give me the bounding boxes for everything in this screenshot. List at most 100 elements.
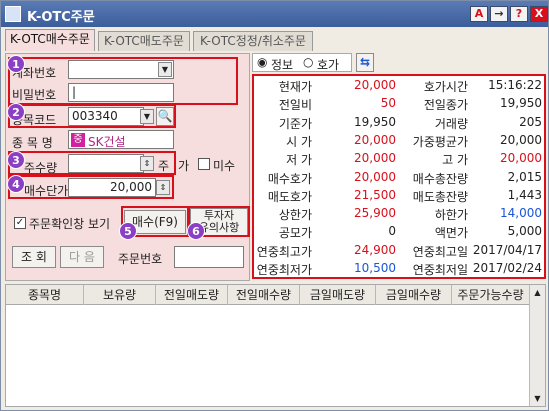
info-value: 21,500 — [354, 187, 396, 202]
info-label: 고 가 — [442, 153, 468, 168]
info-value: 24,900 — [354, 242, 396, 257]
col-header[interactable]: 주문가능수량 — [452, 285, 530, 305]
refresh-icon[interactable]: ⇆ — [356, 53, 374, 72]
info-label: 연중최저가 — [256, 263, 312, 277]
marker-4: 4 — [7, 175, 25, 193]
holdings-grid: 종목명 보유량 전일매도량 전일매수량 금일매도량 금일매수량 주문가능수량 ▲… — [5, 284, 546, 407]
order-no-label: 주문번호 — [118, 252, 163, 266]
next-button[interactable]: 다 음 — [60, 246, 104, 268]
info-value: 20,000 — [354, 78, 396, 92]
info-label: 하한가 — [434, 208, 468, 223]
titlebar: K-OTC주문 A → ? X — [1, 1, 548, 27]
radio-info-label[interactable]: 정보 — [271, 56, 293, 73]
info-label: 기준가 — [278, 116, 312, 131]
font-size-icon[interactable]: A — [470, 6, 488, 22]
info-value: 20,000 — [500, 151, 542, 166]
col-header[interactable]: 전일매수량 — [228, 285, 300, 305]
name-badge: 중 — [71, 133, 85, 147]
grid-scrollbar[interactable]: ▲ ▼ — [529, 285, 545, 406]
marker-2: 2 — [7, 103, 25, 121]
radio-info-icon[interactable]: ◉ — [257, 55, 267, 69]
marker-3: 3 — [7, 151, 25, 169]
info-value: 0 — [388, 224, 396, 239]
info-row: 현재가 20,000 호가시간 15:16:22 — [252, 76, 544, 95]
info-label: 가중평균가 — [412, 134, 468, 149]
order-no-field — [174, 246, 244, 268]
info-row: 연중최저가 10,500 연중최저일 2017/02/24 — [252, 259, 544, 278]
highlight-box-2 — [8, 104, 176, 128]
info-toggle: ◉ 정보 ○ 호가 — [252, 53, 352, 72]
marker-5: 5 — [119, 222, 137, 240]
info-label: 상한가 — [278, 208, 312, 223]
info-label: 호가시간 — [423, 80, 468, 94]
info-value: 2017/02/24 — [472, 261, 542, 275]
info-label: 매수호가 — [267, 171, 312, 186]
grid-header: 종목명 보유량 전일매도량 전일매수량 금일매도량 금일매수량 주문가능수량 — [6, 285, 530, 305]
name-label: 종 목 명 — [12, 136, 53, 150]
col-header[interactable]: 종목명 — [6, 285, 84, 305]
col-header[interactable]: 전일매도량 — [156, 285, 228, 305]
info-value: 20,000 — [354, 169, 396, 184]
info-value: 20,000 — [500, 132, 542, 147]
unfilled-checkbox[interactable] — [198, 158, 210, 170]
unfilled-label: 미수 — [213, 159, 236, 173]
info-value: 15:16:22 — [488, 78, 542, 92]
col-header[interactable]: 금일매도량 — [300, 285, 376, 305]
marker-1: 1 — [7, 55, 25, 73]
info-label: 전일종가 — [423, 98, 468, 113]
info-row: 연중최고가 24,900 연중최고일 2017/04/17 — [252, 241, 544, 260]
info-label: 매도호가 — [267, 189, 312, 204]
help-icon[interactable]: ? — [510, 6, 528, 22]
qty-price-btn[interactable]: 가 — [178, 157, 189, 174]
info-value: 50 — [380, 96, 396, 111]
info-row: 기준가 19,950 거래량 205 — [252, 113, 544, 132]
radio-quote-label[interactable]: 호가 — [317, 56, 339, 73]
info-value: 20,000 — [354, 132, 396, 147]
info-value: 19,950 — [500, 96, 542, 111]
info-label: 저 가 — [286, 153, 312, 168]
scroll-down-icon[interactable]: ▼ — [530, 391, 545, 406]
info-row: 매수호가 20,000 매수총잔량 2,015 — [252, 168, 544, 187]
app-icon — [5, 6, 21, 22]
highlight-box-4 — [8, 175, 174, 199]
info-row: 시 가 20,000 가중평균가 20,000 — [252, 131, 544, 150]
info-value: 5,000 — [507, 224, 542, 239]
info-row: 저 가 20,000 고 가 20,000 — [252, 149, 544, 168]
close-icon[interactable]: X — [530, 6, 548, 22]
info-label: 연중최고가 — [256, 244, 312, 259]
info-label: 매수총잔량 — [412, 171, 468, 186]
info-rows: 현재가 20,000 호가시간 15:16:22 전일비 50 전일종가 19,950 기준가 1… — [252, 76, 546, 279]
confirm-checkbox[interactable]: ✓ — [14, 217, 26, 229]
info-value: 20,000 — [354, 151, 396, 166]
tab-modify-cancel-order[interactable]: K-OTC정정/취소주문 — [193, 31, 313, 51]
order-form-panel: 계좌번호 ▼ 비밀번호 | 종목코드 003340 ▼ 🔍 종 목 명 중 SK… — [5, 53, 250, 281]
info-label: 공모가 — [278, 226, 312, 241]
col-header[interactable]: 보유량 — [84, 285, 156, 305]
tab-buy-order[interactable]: K-OTC매수주문 — [5, 29, 95, 51]
info-value: 14,000 — [500, 206, 542, 221]
order-window: K-OTC주문 A → ? X K-OTC매수주문 K-OTC매도주문 K-OT… — [0, 0, 549, 411]
info-label: 연중최저일 — [412, 263, 468, 277]
info-label: 전일비 — [278, 98, 312, 113]
highlight-box-3 — [8, 151, 176, 175]
info-row: 매도호가 21,500 매도총잔량 1,443 — [252, 186, 544, 205]
info-value: 1,443 — [507, 187, 542, 202]
info-value: 2017/04/17 — [472, 242, 542, 257]
info-row: 공모가 0 액면가 5,000 — [252, 222, 544, 241]
scroll-up-icon[interactable]: ▲ — [530, 285, 545, 300]
info-row: 상한가 25,900 하한가 14,000 — [252, 204, 544, 223]
info-value: 10,500 — [354, 261, 396, 275]
confirm-label: 주문확인창 보기 — [29, 217, 111, 231]
query-button[interactable]: 조 회 — [12, 246, 56, 268]
radio-quote-icon[interactable]: ○ — [303, 55, 313, 69]
info-row: 전일비 50 전일종가 19,950 — [252, 94, 544, 113]
highlight-box-1 — [8, 57, 238, 105]
tab-sell-order[interactable]: K-OTC매도주문 — [98, 31, 190, 51]
info-label: 시 가 — [286, 134, 312, 149]
link-icon[interactable]: → — [490, 6, 508, 22]
info-value: 205 — [519, 114, 542, 129]
col-header[interactable]: 금일매수량 — [376, 285, 452, 305]
stock-name: SK건설 — [88, 135, 126, 149]
info-value: 2,015 — [507, 169, 542, 184]
info-label: 매도총잔량 — [412, 189, 468, 204]
